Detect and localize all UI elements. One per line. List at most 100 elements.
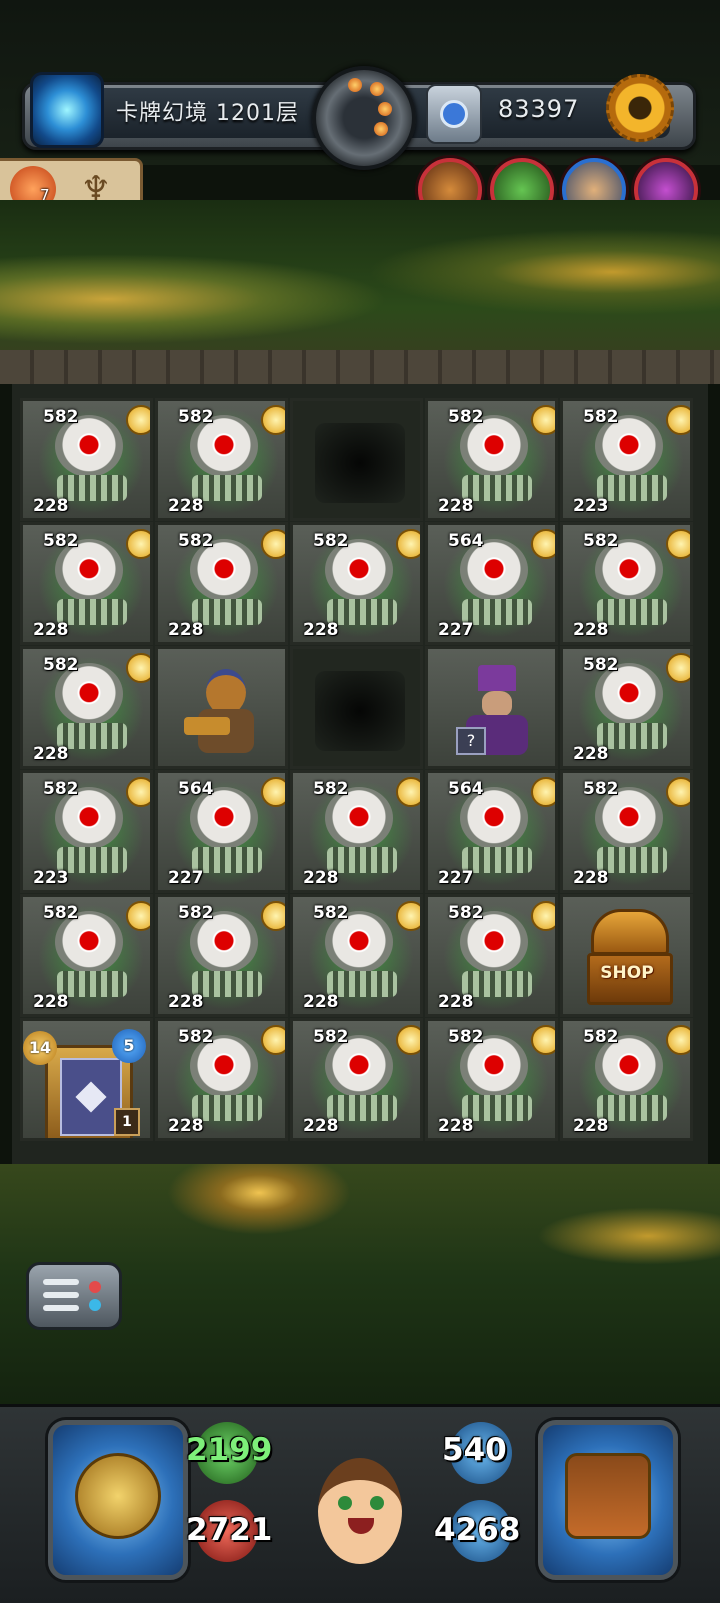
monster-tile[interactable]: 582 228 xyxy=(155,1018,288,1141)
sword-badge-icon xyxy=(396,777,420,807)
gem-currency-icon xyxy=(426,84,482,144)
monster-attack: 582 xyxy=(162,903,214,927)
monster-tile[interactable]: 582 228 xyxy=(20,894,153,1017)
gear-icon[interactable] xyxy=(606,74,674,142)
equipment-button[interactable] xyxy=(48,1420,188,1580)
monster-tile[interactable]: 582 228 xyxy=(155,894,288,1017)
monster-attack: 582 xyxy=(297,903,349,927)
monster-tile[interactable]: 582 228 xyxy=(20,398,153,521)
monster-attack: 582 xyxy=(27,779,79,803)
sword-badge-icon xyxy=(531,1025,555,1055)
portal-icon[interactable] xyxy=(30,72,104,148)
monster-defense: 228 xyxy=(565,1114,609,1136)
stone-wall xyxy=(0,350,720,384)
monster-tile[interactable]: 564 227 xyxy=(425,522,558,645)
monster-defense: 228 xyxy=(160,1114,204,1136)
monster-attack: 582 xyxy=(27,655,79,679)
monster-attack: 582 xyxy=(27,903,79,927)
monster-defense: 228 xyxy=(295,990,339,1012)
sword-badge-icon xyxy=(531,777,555,807)
monster-tile[interactable]: 582 228 xyxy=(425,1018,558,1141)
spellbook-button[interactable] xyxy=(538,1420,678,1580)
monster-attack: 564 xyxy=(432,531,484,555)
monster-tile[interactable]: 582 228 xyxy=(425,894,558,1017)
center-medal-icon[interactable] xyxy=(312,66,416,170)
monster-attack: 582 xyxy=(567,531,619,555)
monster-tile[interactable]: 582 228 xyxy=(290,894,423,1017)
shop-chest-icon: SHOP xyxy=(581,909,673,1005)
monster-defense: 228 xyxy=(295,1114,339,1136)
monster-attack: 582 xyxy=(297,779,349,803)
medal-gem xyxy=(348,78,362,92)
sword-badge-icon xyxy=(666,1025,690,1055)
hero-eye xyxy=(338,1496,352,1510)
sword-badge-icon xyxy=(666,529,690,559)
pit-hole xyxy=(315,671,405,751)
monster-tile[interactable]: 582 228 xyxy=(290,1018,423,1141)
monster-defense: 228 xyxy=(295,866,339,888)
hero-portrait[interactable] xyxy=(296,1418,424,1594)
monster-defense: 228 xyxy=(565,866,609,888)
monster-tile[interactable]: 582 223 xyxy=(560,398,693,521)
monster-tile[interactable]: 582 228 xyxy=(155,522,288,645)
hero-eye xyxy=(370,1496,384,1510)
floor-label: 卡牌幻境 1201层 xyxy=(116,101,299,126)
monster-defense: 228 xyxy=(430,494,474,516)
sword-badge-icon xyxy=(531,405,555,435)
card-cost: 5 xyxy=(112,1029,146,1063)
sword-badge-icon xyxy=(531,901,555,931)
sword-badge-icon xyxy=(126,777,150,807)
monster-tile[interactable]: 582 228 xyxy=(290,522,423,645)
sword-badge-icon xyxy=(126,653,150,683)
monster-attack: 582 xyxy=(27,531,79,555)
monster-defense: 223 xyxy=(25,866,69,888)
monster-tile[interactable]: 564 227 xyxy=(155,770,288,893)
monster-defense: 228 xyxy=(565,742,609,764)
merchant-tile[interactable]: ? xyxy=(425,646,558,769)
monster-defense: 228 xyxy=(430,1114,474,1136)
shop-tile[interactable]: SHOP xyxy=(560,894,693,1017)
empty-pit-tile xyxy=(290,398,423,521)
sword-badge-icon xyxy=(126,901,150,931)
monster-tile[interactable]: 582 223 xyxy=(20,770,153,893)
monster-defense: 228 xyxy=(295,618,339,640)
monster-attack: 582 xyxy=(297,1027,349,1051)
sword-badge-icon xyxy=(666,777,690,807)
monster-defense: 223 xyxy=(565,494,609,516)
menu-button[interactable] xyxy=(26,1262,122,1330)
monster-tile[interactable]: 582 228 xyxy=(20,646,153,769)
sword-badge-icon xyxy=(261,529,285,559)
monster-defense: 228 xyxy=(25,618,69,640)
monster-defense: 227 xyxy=(430,618,474,640)
monster-tile[interactable]: 582 228 xyxy=(425,398,558,521)
sword-badge-icon xyxy=(261,901,285,931)
card-tile[interactable]: 14 5 1 xyxy=(20,1018,153,1141)
monster-attack: 582 xyxy=(567,1027,619,1051)
hp-top-value: 2199 xyxy=(186,1432,273,1468)
monster-tile[interactable]: 582 228 xyxy=(560,522,693,645)
monster-defense: 228 xyxy=(160,990,204,1012)
menu-line xyxy=(43,1305,79,1311)
medal-gem xyxy=(378,102,392,116)
medal-gem xyxy=(374,122,388,136)
pit-hole xyxy=(315,423,405,503)
monster-attack: 582 xyxy=(567,779,619,803)
menu-dot xyxy=(89,1281,101,1293)
monster-attack: 582 xyxy=(297,531,349,555)
sword-badge-icon xyxy=(396,901,420,931)
gunner-hero-icon xyxy=(184,665,266,757)
monster-tile[interactable]: 582 228 xyxy=(155,398,288,521)
monster-attack: 582 xyxy=(162,531,214,555)
sword-badge-icon xyxy=(126,529,150,559)
monster-tile[interactable]: 582 228 xyxy=(560,1018,693,1141)
monster-attack: 582 xyxy=(162,407,214,431)
player-hero-tile[interactable] xyxy=(155,646,288,769)
monster-tile[interactable]: 582 228 xyxy=(20,522,153,645)
monster-tile[interactable]: 582 228 xyxy=(290,770,423,893)
monster-tile[interactable]: 564 227 xyxy=(425,770,558,893)
monster-tile[interactable]: 582 228 xyxy=(560,770,693,893)
sword-badge-icon xyxy=(531,529,555,559)
monster-tile[interactable]: 582 228 xyxy=(560,646,693,769)
monster-defense: 228 xyxy=(565,618,609,640)
menu-line xyxy=(43,1292,79,1298)
